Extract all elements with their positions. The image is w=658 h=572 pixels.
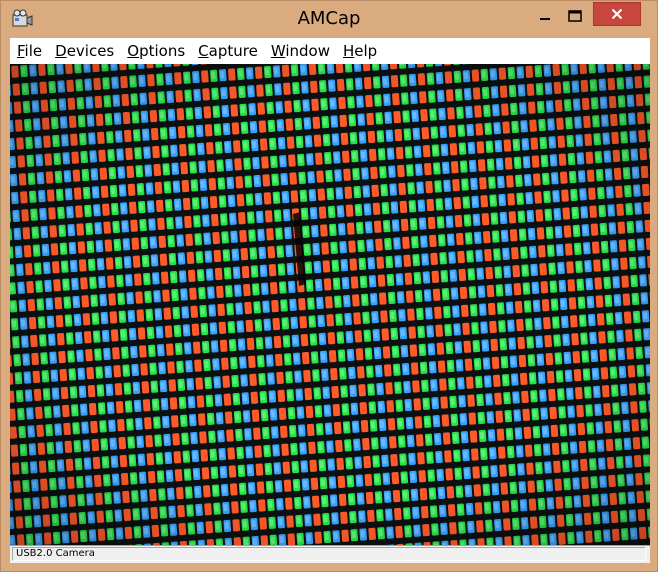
menu-options[interactable]: Options	[127, 42, 185, 60]
minimize-button[interactable]	[531, 2, 559, 30]
camera-preview	[10, 64, 650, 545]
menu-capture[interactable]: Capture	[198, 42, 258, 60]
menu-bar: File Devices Options Capture Window Help	[10, 38, 650, 64]
close-button[interactable]	[593, 2, 641, 26]
lcd-subpixel-image	[10, 64, 650, 545]
maximize-icon	[568, 10, 582, 22]
menu-file[interactable]: File	[17, 42, 42, 60]
title-bar[interactable]: AMCap	[1, 1, 657, 37]
menu-devices[interactable]: Devices	[55, 42, 114, 60]
close-icon	[611, 8, 623, 20]
amcap-window: AMCap File Devices Options Capture Windo…	[0, 0, 658, 572]
status-bar: USB2.0 Camera	[10, 545, 650, 563]
menu-help[interactable]: Help	[343, 42, 377, 60]
menu-window[interactable]: Window	[271, 42, 330, 60]
maximize-button[interactable]	[561, 2, 589, 30]
status-device-name: USB2.0 Camera	[12, 547, 646, 561]
minimize-icon	[540, 18, 550, 20]
